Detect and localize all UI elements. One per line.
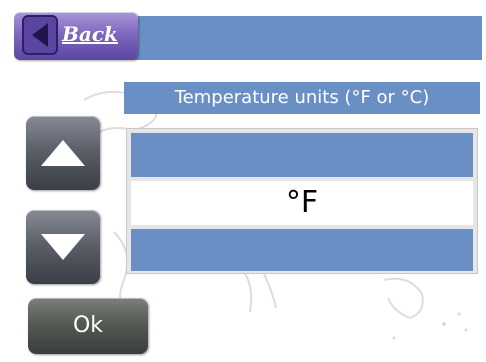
increment-button[interactable] (26, 116, 100, 190)
back-label: Back (62, 22, 118, 46)
settings-screen: Back Temperature units (°F or °C) °F Ok (14, 12, 482, 358)
decrement-button[interactable] (26, 210, 100, 284)
current-value: °F (131, 181, 473, 225)
previous-option[interactable] (131, 133, 473, 177)
value-picker: °F (126, 128, 478, 274)
up-arrow-icon (41, 140, 85, 166)
down-arrow-icon (41, 234, 85, 260)
back-button[interactable]: Back (14, 12, 138, 60)
setting-title: Temperature units (°F or °C) (124, 82, 480, 114)
next-option[interactable] (131, 229, 473, 271)
left-arrow-icon (22, 15, 58, 55)
ok-button[interactable]: Ok (28, 298, 148, 354)
